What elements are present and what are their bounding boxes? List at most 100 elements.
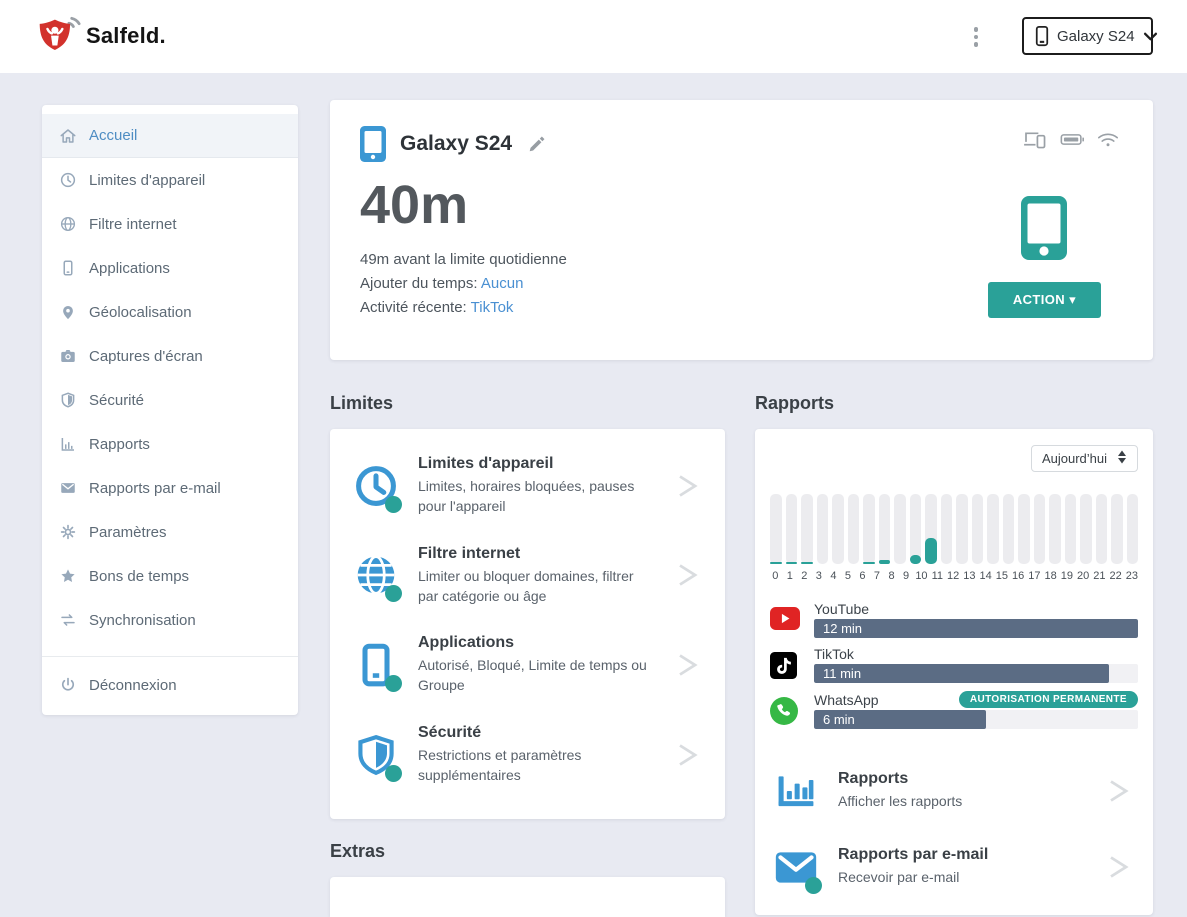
hour-bar-19 (1065, 494, 1077, 564)
sidebar-item-securite[interactable]: Sécurité (42, 378, 298, 422)
list-item-limites-appareil[interactable]: Limites d'appareil Limites, horaires blo… (354, 455, 701, 517)
sidebar-item-label: Filtre internet (89, 216, 177, 233)
hour-tick-label: 2 (799, 570, 810, 582)
sidebar-item-label: Déconnexion (89, 677, 177, 694)
gear-icon (59, 523, 77, 541)
power-icon (59, 676, 77, 694)
app-name: TikTok (814, 646, 854, 662)
hour-tick-label: 11 (932, 570, 943, 582)
globe-icon (59, 215, 77, 233)
hour-bar-21 (1096, 494, 1108, 564)
edit-pencil-icon[interactable] (528, 135, 546, 153)
app-usage-time: 12 min (823, 621, 862, 636)
hour-tick-label: 4 (828, 570, 839, 582)
hour-bar-16 (1018, 494, 1030, 564)
app-usage-time: 6 min (823, 712, 855, 727)
permanent-permission-badge: AUTORISATION PERMANENTE (959, 691, 1138, 708)
sidebar-item-deconnexion[interactable]: Déconnexion (42, 663, 298, 707)
hour-bar-17 (1034, 494, 1046, 564)
hour-bar-6 (863, 494, 875, 564)
rapports-card: Aujourd’hui 0123456789101112131415161718… (755, 429, 1153, 915)
list-item-title: Limites d'appareil (418, 455, 657, 473)
hour-bar-9 (910, 494, 922, 564)
limites-section-title: Limites (330, 393, 725, 414)
sort-arrows-icon (1117, 450, 1127, 467)
hour-bar-10 (925, 494, 937, 564)
hour-tick-label: 10 (915, 570, 927, 582)
sidebar-item-geolocalisation[interactable]: Géolocalisation (42, 290, 298, 334)
hour-bar-20 (1080, 494, 1092, 564)
top-header: Salfeld. Galaxy S24 (0, 0, 1187, 73)
youtube-icon (770, 601, 800, 638)
sidebar-item-applications[interactable]: Applications (42, 246, 298, 290)
hour-bar-4 (832, 494, 844, 564)
hour-tick-label: 17 (1028, 570, 1040, 582)
hour-tick-label: 1 (785, 570, 796, 582)
app-name: YouTube (814, 601, 869, 617)
list-item-filtre-internet[interactable]: Filtre internet Limiter ou bloquer domai… (354, 545, 701, 607)
chevron-right-icon[interactable] (675, 740, 701, 770)
sidebar-item-bons-de-temps[interactable]: Bons de temps (42, 554, 298, 598)
add-time-link[interactable]: Aucun (481, 275, 524, 292)
device-selector-label: Galaxy S24 (1057, 28, 1135, 45)
sidebar-item-label: Accueil (89, 127, 137, 144)
recent-activity-link[interactable]: TikTok (471, 299, 514, 316)
hour-tick-label: 15 (996, 570, 1008, 582)
report-range-select[interactable]: Aujourd’hui (1031, 445, 1138, 472)
hourly-usage-chart (770, 494, 1138, 564)
sidebar-divider (42, 656, 298, 657)
device-phone-icon (360, 126, 386, 162)
hour-axis-labels: 01234567891011121314151617181920212223 (770, 570, 1138, 582)
hour-bar-1 (786, 494, 798, 564)
shield-icon (354, 733, 400, 777)
device-selector-dropdown[interactable]: Galaxy S24 (1022, 17, 1153, 55)
chevron-right-icon[interactable] (675, 560, 701, 590)
app-usage-bar: 12 min (814, 619, 1138, 638)
wifi-icon (1097, 131, 1119, 148)
chevron-right-icon[interactable] (675, 650, 701, 680)
sidebar-item-synchronisation[interactable]: Synchronisation (42, 598, 298, 642)
hour-bar-8 (894, 494, 906, 564)
hour-bar-0 (770, 494, 782, 564)
list-item-title: Sécurité (418, 724, 657, 742)
chevron-down-icon (1143, 32, 1158, 41)
device-title: Galaxy S24 (400, 132, 512, 156)
list-item-applications[interactable]: Applications Autorisé, Bloqué, Limite de… (354, 634, 701, 696)
hour-tick-label: 23 (1126, 570, 1138, 582)
list-item-description: Recevoir par e-mail (838, 867, 1088, 887)
list-item-securite[interactable]: Sécurité Restrictions et paramètres supp… (354, 724, 701, 786)
sidebar-item-label: Synchronisation (89, 612, 196, 629)
hour-tick-label: 6 (857, 570, 868, 582)
sidebar-item-label: Rapports (89, 436, 150, 453)
sidebar-item-accueil[interactable]: Accueil (42, 114, 298, 158)
hour-tick-label: 21 (1093, 570, 1105, 582)
sidebar-item-rapports-email[interactable]: Rapports par e-mail (42, 466, 298, 510)
shield-icon (59, 391, 77, 409)
chevron-right-icon[interactable] (1106, 852, 1132, 882)
sidebar-item-limites-appareil[interactable]: Limites d'appareil (42, 158, 298, 202)
hour-bar-15 (1003, 494, 1015, 564)
list-item-description: Limiter ou bloquer domaines, filtrer par… (418, 566, 657, 607)
sidebar-item-filtre-internet[interactable]: Filtre internet (42, 202, 298, 246)
sidebar-item-rapports[interactable]: Rapports (42, 422, 298, 466)
list-item-description: Autorisé, Bloqué, Limite de temps ou Gro… (418, 655, 657, 696)
list-item-rapports-email[interactable]: Rapports par e-mail Recevoir par e-mail (770, 829, 1138, 905)
more-options-menu[interactable] (969, 23, 983, 51)
sidebar-item-captures-ecran[interactable]: Captures d'écran (42, 334, 298, 378)
list-item-rapports[interactable]: Rapports Afficher les rapports (770, 753, 1138, 829)
hour-tick-label: 7 (872, 570, 883, 582)
app-usage-bar: 11 min (814, 664, 1138, 683)
chevron-right-icon[interactable] (1106, 776, 1132, 806)
sidebar-item-parametres[interactable]: Paramètres (42, 510, 298, 554)
hour-tick-label: 19 (1061, 570, 1073, 582)
hour-tick-label: 5 (843, 570, 854, 582)
hour-tick-label: 8 (886, 570, 897, 582)
chevron-right-icon[interactable] (675, 471, 701, 501)
action-dropdown-button[interactable]: ACTION ▾ (988, 282, 1101, 318)
hour-bar-7 (879, 494, 891, 564)
device-summary-card: Galaxy S24 40m 49m avant la limite quoti… (330, 100, 1153, 360)
hour-bar-13 (972, 494, 984, 564)
hour-bar-12 (956, 494, 968, 564)
envelope-icon (774, 845, 820, 889)
list-item-description: Limites, horaires bloquées, pauses pour … (418, 476, 657, 517)
